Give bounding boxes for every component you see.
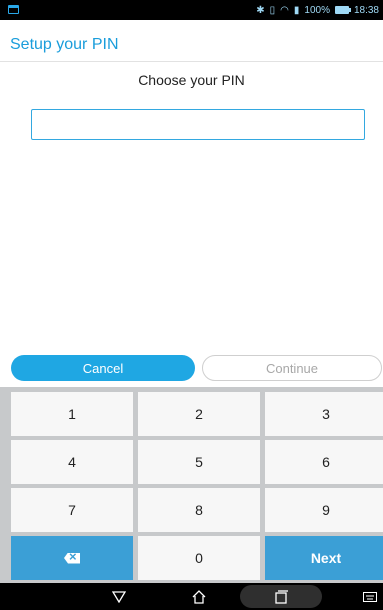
status-bar: ✱ ▯ ◠ ▮ 100% 18:38 [0,0,383,20]
back-button[interactable] [104,583,134,610]
vibrate-icon: ▯ [269,4,276,16]
recent-apps-icon [275,589,288,604]
bluetooth-icon: ✱ [256,4,265,16]
key-0[interactable]: 0 [138,536,260,580]
key-4[interactable]: 4 [11,440,133,484]
key-1[interactable]: 1 [11,392,133,436]
home-icon [192,589,206,604]
key-2[interactable]: 2 [138,392,260,436]
page-title: Setup your PIN [10,36,119,53]
battery-saver-icon: ▮ [293,4,300,16]
recent-apps-button[interactable] [266,583,296,610]
continue-button[interactable]: Continue [202,355,382,381]
key-3[interactable]: 3 [265,392,383,436]
key-9[interactable]: 9 [265,488,383,532]
status-indicators: ✱ ▯ ◠ ▮ 100% 18:38 [256,0,379,20]
backspace-icon [64,552,80,564]
key-8[interactable]: 8 [138,488,260,532]
key-5[interactable]: 5 [138,440,260,484]
pin-input[interactable] [31,109,365,140]
key-6[interactable]: 6 [265,440,383,484]
navigation-bar [0,583,383,610]
battery-percent: 100% [304,4,330,16]
notification-icon [8,5,19,14]
key-7[interactable]: 7 [11,488,133,532]
keyboard-icon [363,591,377,602]
numeric-keypad: 1 2 3 4 5 6 7 8 9 0 Next [0,387,383,583]
keyboard-toggle-button[interactable] [360,583,380,610]
back-icon [112,590,126,603]
home-button[interactable] [184,583,214,610]
pin-prompt: Choose your PIN [138,72,245,88]
battery-icon [334,6,351,14]
header-divider [0,61,383,62]
next-button[interactable]: Next [265,536,383,580]
cancel-button[interactable]: Cancel [11,355,195,381]
backspace-button[interactable] [11,536,133,580]
wifi-icon: ◠ [280,4,289,16]
clock: 18:38 [353,4,379,16]
